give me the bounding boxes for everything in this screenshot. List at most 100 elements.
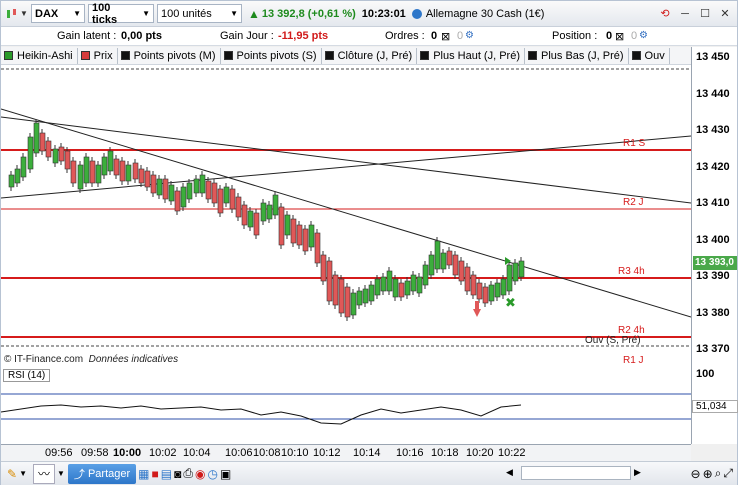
candle-body [241, 204, 248, 226]
indicator-color-swatch [420, 51, 430, 60]
clock-icon[interactable]: ◷ [207, 464, 217, 484]
market-status-icon [411, 8, 422, 19]
candle-body [52, 148, 59, 164]
candle-body [125, 164, 132, 182]
chevron-down-icon[interactable]: ▼ [19, 464, 27, 484]
candle-body [168, 184, 175, 202]
indicator-label: Points pivots (S) [236, 49, 317, 62]
search-icon[interactable]: ⌕ [715, 464, 722, 484]
indicator-toggle[interactable]: Ouv [629, 47, 670, 64]
candle-body [89, 160, 96, 184]
latent-gain-value: 0,00 pts [121, 30, 162, 42]
grid-icon[interactable]: ▤ [161, 464, 172, 484]
indicator-icon[interactable]: 〰 [32, 463, 55, 484]
chart-type-icon[interactable] [4, 6, 20, 22]
chevron-down-icon[interactable]: ▼ [20, 6, 28, 22]
candle-body [314, 232, 321, 264]
pivot-level-label: R3 4h [618, 266, 645, 277]
instrument-select[interactable]: DAX ▼ [31, 4, 85, 23]
indicator-bar: Heikin-Ashi Prix Points pivots (M) Points p… [1, 47, 691, 65]
indicator-label: Plus Haut (J, Pré) [433, 49, 520, 62]
close-icon[interactable]: ✕ [717, 6, 733, 22]
candle-body [428, 254, 435, 276]
rsi-label-text: RSI (14) [8, 370, 46, 381]
time-tick-label: 10:08 [253, 447, 281, 459]
scroll-left-icon[interactable]: ◀ [506, 467, 513, 478]
indicator-toggle[interactable]: Clôture (J, Pré) [322, 47, 418, 64]
alert-icon[interactable]: ◉ [195, 464, 205, 484]
time-tick-label: 10:00 [113, 447, 142, 459]
magnet-icon[interactable]: ▣ [220, 464, 231, 484]
indicator-toggle[interactable]: Points pivots (M) [118, 47, 221, 64]
indicator-toggle[interactable]: Plus Bas (J, Pré) [525, 47, 629, 64]
price-tick-label: 13 400 [696, 233, 730, 246]
current-price-tag: 13 393,0 [693, 256, 737, 270]
table-icon[interactable]: ▦ [138, 464, 149, 484]
stop-icon[interactable]: ■ [152, 464, 159, 484]
time-tick-label: 10:16 [396, 447, 424, 459]
time-scrollbar[interactable]: ◀ ▶ [506, 466, 641, 480]
time-tick-label: 10:20 [466, 447, 494, 459]
price-axis[interactable]: 13 393,0 13 450 13 440 13 430 13 420 13 410 1… [691, 47, 737, 367]
candle-body [235, 196, 242, 218]
refresh-icon[interactable]: ⟲ [657, 6, 673, 22]
camera-icon[interactable]: ◙ [174, 464, 181, 484]
indicator-toggle[interactable]: Points pivots (S) [221, 47, 322, 64]
close-position-icon: ✖ [505, 296, 516, 311]
candle-body [362, 288, 369, 304]
position-clear-icon[interactable]: ⊠ [615, 30, 624, 43]
rsi-panel[interactable] [0, 382, 691, 444]
price-tick-label: 13 410 [696, 197, 730, 209]
print-icon[interactable]: ⎙ [183, 464, 193, 484]
rsi-axis-top: 100 [696, 368, 715, 380]
indicator-color-swatch [80, 51, 90, 60]
candle-body [392, 278, 399, 298]
candle-body [217, 188, 224, 214]
rsi-label[interactable]: RSI (14) [3, 369, 51, 382]
candle-body [374, 278, 381, 296]
maximize-icon[interactable]: ☐ [697, 6, 713, 22]
candle-body [470, 274, 477, 296]
scroll-right-icon[interactable]: ▶ [634, 467, 641, 478]
minimize-icon[interactable]: ─ [677, 6, 693, 22]
candle-body [132, 162, 139, 180]
indicator-toggle[interactable]: Plus Haut (J, Pré) [417, 47, 525, 64]
price-tick-label: 13 420 [696, 160, 730, 173]
main-toolbar: ▼ DAX ▼ 100 ticks ▼ 100 unités ▼ ▲ 13 392,8… [1, 1, 737, 27]
time-axis[interactable]: 09:56 09:58 10:00 10:02 10:04 10:06 10:08 10:10… [1, 444, 691, 461]
rsi-line [0, 404, 522, 425]
price-tick-label: 13 450 [696, 51, 730, 63]
chevron-down-icon[interactable]: ▼ [57, 464, 65, 484]
zoom-out-icon[interactable]: ⊖ [691, 464, 701, 484]
candle-body [350, 292, 357, 316]
price-chart-canvas: R1 SR2 JR3 4hR2 4hOuv (S, Pré)R1 J✖ [0, 68, 692, 366]
price-change: 13 392,8 (+0,61 %) [261, 7, 356, 20]
units-select[interactable]: 100 unités ▼ [157, 4, 242, 23]
candle-body [39, 132, 46, 152]
candle-body [223, 186, 230, 204]
fit-icon[interactable]: ⤢ [723, 464, 733, 484]
zoom-in-icon[interactable]: ⊕ [703, 464, 713, 484]
rsi-axis: 100 51,034 [691, 367, 738, 444]
market-name: Allemagne 30 Cash (1€) [425, 7, 545, 20]
orders-settings-icon[interactable]: ⚙ [465, 30, 474, 41]
position-label: Position : [552, 30, 598, 42]
price-chart[interactable]: R1 S R2 J R3 4h R2 4h Ouv (S, Pré) R1 J ✖ © IT… [0, 65, 692, 368]
indicator-toggle[interactable]: Heikin-Ashi [1, 47, 78, 64]
candle-body [95, 164, 102, 184]
candle-body [500, 278, 507, 296]
position-settings-icon[interactable]: ⚙ [639, 30, 648, 41]
candle-body [440, 252, 447, 270]
candle-body [58, 146, 65, 162]
candle-body [284, 214, 291, 236]
share-button[interactable]: ⤴ Partager [67, 463, 137, 484]
candle-body [45, 140, 52, 158]
account-info-bar: Gain latent : 0,00 pts Gain Jour : -11,9… [1, 27, 737, 46]
orders-clear-icon[interactable]: ⊠ [441, 30, 450, 43]
interval-select[interactable]: 100 ticks ▼ [88, 2, 154, 26]
candle-body [488, 284, 495, 302]
time-tick-label: 10:12 [313, 447, 341, 459]
drawing-tool-icon[interactable]: ✎ [7, 464, 17, 484]
rsi-header [1, 368, 691, 382]
indicator-toggle[interactable]: Prix [78, 47, 118, 64]
